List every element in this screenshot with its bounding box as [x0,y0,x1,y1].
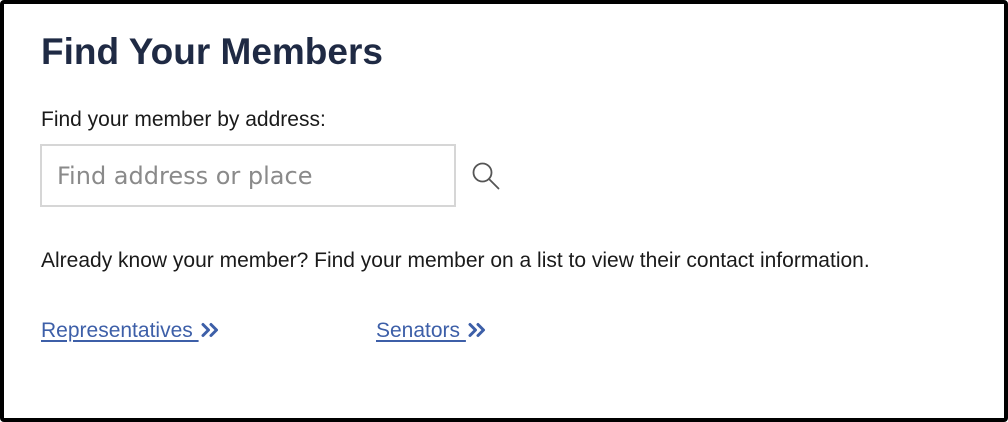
representatives-link[interactable]: Representatives [41,318,219,345]
senators-link[interactable]: Senators [376,318,486,345]
member-list-info-text: Already know your member? Find your memb… [41,249,870,272]
page-title: Find Your Members [41,31,383,72]
address-search-label: Find your member by address: [41,108,326,131]
find-members-panel: Find Your Members Find your member by ad… [0,0,1008,422]
search-button[interactable] [460,144,512,207]
address-search-input[interactable] [40,144,456,207]
search-icon [470,160,502,192]
double-chevron-right-icon [201,319,219,345]
senators-link-label: Senators [376,319,466,342]
double-chevron-right-icon [468,319,486,345]
representatives-link-label: Representatives [41,319,199,342]
